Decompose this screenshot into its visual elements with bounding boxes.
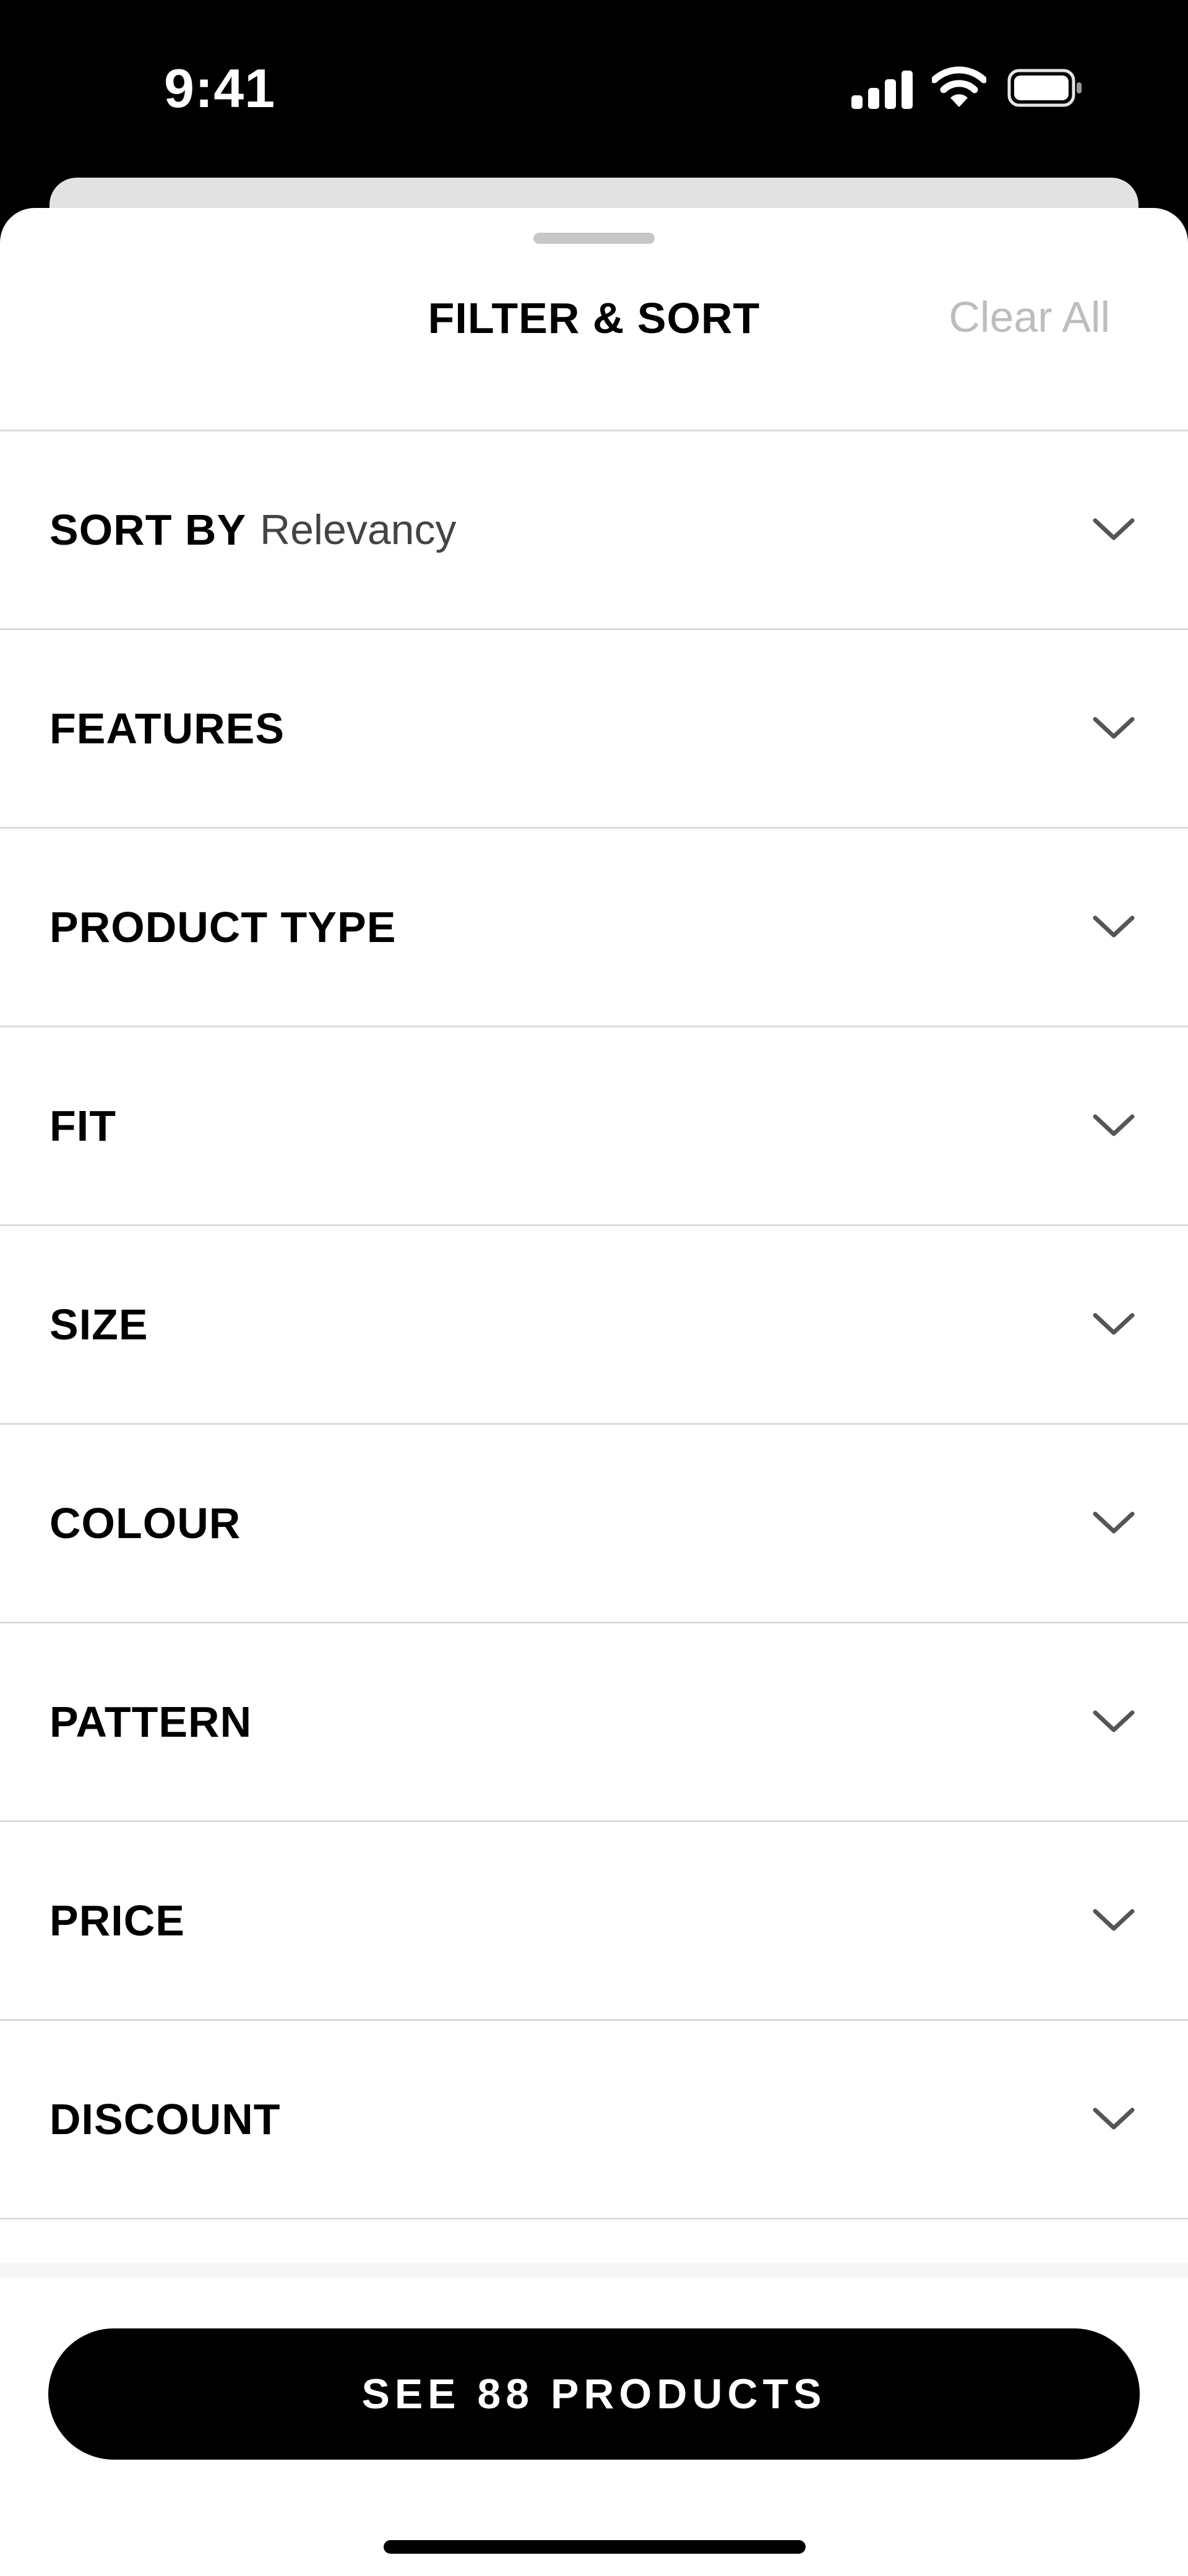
filter-row-discount[interactable]: DISCOUNT <box>0 2021 1188 2219</box>
filter-row-fit[interactable]: FIT <box>0 1027 1188 1226</box>
home-indicator <box>384 2540 806 2554</box>
see-products-button[interactable]: SEE 88 PRODUCTS <box>48 2328 1140 2460</box>
filter-label: DISCOUNT <box>50 2095 281 2143</box>
filter-row-sort-by[interactable]: SORT BY Relevancy <box>0 431 1188 630</box>
filter-label: PRICE <box>50 1896 185 1945</box>
wifi-icon <box>932 66 986 107</box>
chevron-down-icon <box>1093 1313 1135 1335</box>
filter-label: COLOUR <box>50 1499 241 1547</box>
filter-row-colour[interactable]: COLOUR <box>0 1425 1188 1623</box>
filter-label: FEATURES <box>50 704 285 753</box>
clear-all-button[interactable]: Clear All <box>949 292 1110 342</box>
chevron-down-icon <box>1093 1114 1135 1136</box>
chevron-down-icon <box>1093 717 1135 739</box>
filter-row-features[interactable]: FEATURES <box>0 630 1188 829</box>
status-time: 9:41 <box>164 58 276 119</box>
sort-by-value: Relevancy <box>260 506 457 553</box>
footer-divider <box>0 2263 1188 2278</box>
battery-icon <box>1007 69 1082 107</box>
filter-list: SORT BY Relevancy FEATURES PRODUCT TYPE … <box>0 430 1188 2219</box>
sheet-grabber[interactable] <box>533 233 655 244</box>
cellular-signal-icon <box>851 68 913 109</box>
filter-sort-sheet: FILTER & SORT Clear All SORT BY Relevanc… <box>0 208 1188 2576</box>
chevron-down-icon <box>1093 518 1135 540</box>
chevron-down-icon <box>1093 1909 1135 1931</box>
filter-label: SIZE <box>50 1300 148 1349</box>
filter-label: FIT <box>50 1102 116 1150</box>
filter-row-size[interactable]: SIZE <box>0 1226 1188 1425</box>
filter-row-product-type[interactable]: PRODUCT TYPE <box>0 829 1188 1027</box>
chevron-down-icon <box>1093 2107 1135 2130</box>
filter-row-price[interactable]: PRICE <box>0 1822 1188 2021</box>
chevron-down-icon <box>1093 915 1135 938</box>
chevron-down-icon <box>1093 1710 1135 1732</box>
filter-label: PRODUCT TYPE <box>50 903 397 951</box>
filter-label: SORT BY <box>50 506 247 554</box>
chevron-down-icon <box>1093 1511 1135 1534</box>
filter-label: PATTERN <box>50 1698 252 1746</box>
filter-row-pattern[interactable]: PATTERN <box>0 1623 1188 1822</box>
status-bar: 9:41 <box>0 0 1188 179</box>
